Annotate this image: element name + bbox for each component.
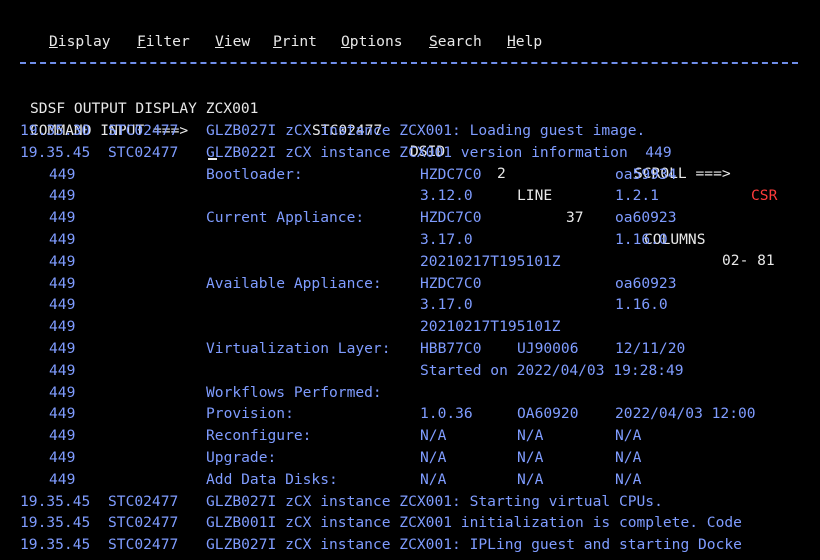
- menu-filter[interactable]: Filter: [137, 33, 190, 50]
- log-line: 19.35.45 STC02477 GLZB022I zCX instance ZC…: [0, 142, 820, 164]
- detail-value-1: HZDC7C0: [420, 274, 482, 292]
- log-detail-row: 449 Virtualization Layer: HBB77C0 UJ90006 12…: [0, 338, 820, 360]
- detail-value-2: OA60920: [517, 405, 579, 423]
- detail-value-3: 1.16.0: [615, 296, 668, 314]
- detail-value-1: N/A: [420, 427, 447, 445]
- log-line: 19.35.45 STC02477 GLZB027I zCX instance ZC…: [0, 491, 820, 513]
- detail-value-1: N/A: [420, 470, 447, 488]
- log-job: STC02477: [108, 514, 179, 532]
- message-number: 449: [49, 231, 76, 248]
- log-detail-row: 449 Provision: 1.0.36 OA60920 2022/04/03 12:…: [0, 403, 820, 425]
- log-detail-row: 449 20210217T195101Z: [0, 251, 820, 273]
- message-number: 449: [49, 209, 76, 227]
- detail-value-2: N/A: [517, 449, 544, 466]
- detail-value-2: N/A: [517, 470, 544, 488]
- detail-value-1: Started on 2022/04/03 19:28:49: [420, 361, 684, 379]
- log-detail-row: 449 Bootloader: HZDC7C0 oa59934: [0, 164, 820, 186]
- detail-label: Reconfigure:: [206, 427, 312, 445]
- detail-value-3: 12/11/20: [615, 340, 686, 357]
- menu-options[interactable]: Options: [341, 33, 403, 50]
- detail-label: Bootloader:: [206, 165, 303, 183]
- detail-value-1: 1.0.36: [420, 405, 473, 423]
- log-detail-row: 449 3.12.0 1.2.1: [0, 185, 820, 207]
- menu-search[interactable]: Search: [429, 33, 482, 50]
- message-number: 449: [49, 470, 76, 488]
- log-message: GLZB001I zCX instance ZCX001 initializat…: [206, 514, 742, 532]
- detail-value-1: HZDC7C0: [420, 165, 482, 183]
- detail-label: Available Appliance:: [206, 274, 382, 292]
- message-number: 449: [49, 252, 76, 270]
- detail-label: Add Data Disks:: [206, 470, 338, 488]
- log-line: 19.35.45 STC02477 GLZB027I zCX instance ZC…: [0, 534, 820, 556]
- log-detail-row: 449 Current Appliance: HZDC7C0 oa60923: [0, 207, 820, 229]
- message-number: 449: [49, 361, 76, 379]
- detail-value-3: oa60923: [615, 274, 677, 292]
- log-line: 19.35.30 STC02477 GLZB027I zCX instance ZC…: [0, 120, 820, 142]
- menu-view[interactable]: View: [215, 33, 250, 50]
- log-detail-row: 449 Add Data Disks: N/A N/A N/A: [0, 469, 820, 491]
- menu-display[interactable]: Display: [49, 33, 111, 50]
- log-detail-row: 449 Started on 2022/04/03 19:28:49: [0, 360, 820, 382]
- message-number: 449: [49, 449, 76, 466]
- detail-value-1: HBB77C0: [420, 340, 482, 357]
- log-time: 19.35.30: [20, 122, 91, 139]
- detail-value-2: N/A: [517, 427, 544, 445]
- log-detail-row: 449 Reconfigure: N/A N/A N/A: [0, 425, 820, 447]
- detail-label: Current Appliance:: [206, 209, 365, 227]
- detail-value-1: 20210217T195101Z: [420, 318, 561, 336]
- detail-value-3: oa60923: [615, 209, 677, 227]
- menu-separator: [20, 62, 798, 64]
- log-message: GLZB027I zCX instance ZCX001: IPLing gue…: [206, 536, 742, 554]
- detail-value-2: UJ90006: [517, 340, 579, 357]
- message-number: 449: [49, 427, 76, 445]
- message-number: 449: [49, 318, 76, 336]
- detail-value-3: 2022/04/03 12:00: [615, 405, 756, 423]
- message-number: 449: [49, 340, 76, 357]
- detail-value-3: 1.16.0: [615, 231, 668, 248]
- header-line: SDSF OUTPUT DISPLAY ZCX001 STC02477 DSID…: [0, 76, 820, 270]
- log-time: 19.35.45: [20, 536, 91, 554]
- detail-value-1: 20210217T195101Z: [420, 252, 561, 270]
- log-time: 19.35.45: [20, 492, 91, 510]
- detail-label: Virtualization Layer:: [206, 340, 391, 357]
- log-detail-row: 449 3.17.0 1.16.0: [0, 294, 820, 316]
- detail-value-1: HZDC7C0: [420, 209, 482, 227]
- detail-value-3: N/A: [615, 449, 642, 466]
- log-message: GLZB022I zCX instance ZCX001 version inf…: [206, 143, 672, 161]
- detail-label: Workflows Performed:: [206, 383, 382, 401]
- log-message: GLZB027I zCX instance ZCX001: Starting v…: [206, 492, 663, 510]
- log-detail-row: 449 Workflows Performed:: [0, 382, 820, 404]
- log-message: GLZB027I zCX instance ZCX001: Loading gu…: [206, 122, 646, 139]
- log-line: 19.35.45 STC02477 GLZB001I zCX instance ZC…: [0, 512, 820, 534]
- detail-value-1: 3.17.0: [420, 296, 473, 314]
- log-job: STC02477: [108, 536, 179, 554]
- message-number: 449: [49, 187, 76, 205]
- detail-value-1: 3.12.0: [420, 187, 473, 205]
- log-time: 19.35.45: [20, 143, 91, 161]
- command-line: COMMAND INPUT ===> SCROLL ===> CSR: [0, 98, 820, 204]
- detail-label: Upgrade:: [206, 449, 277, 466]
- log-job: STC02477: [108, 122, 179, 139]
- log-job: STC02477: [108, 492, 179, 510]
- detail-label: Provision:: [206, 405, 294, 423]
- log-detail-row: 449 3.17.0 1.16.0: [0, 229, 820, 251]
- message-number: 449: [49, 383, 76, 401]
- log-time: 19.35.45: [20, 514, 91, 532]
- detail-value-3: N/A: [615, 427, 642, 445]
- menu-help[interactable]: Help: [507, 33, 542, 50]
- detail-value-3: oa59934: [615, 165, 677, 183]
- detail-value-1: 3.17.0: [420, 231, 473, 248]
- log-detail-row: 449 20210217T195101Z: [0, 316, 820, 338]
- log-detail-row: 449 Upgrade: N/A N/A N/A: [0, 447, 820, 469]
- log-detail-row: 449 Available Appliance: HZDC7C0 oa60923: [0, 273, 820, 295]
- detail-value-1: N/A: [420, 449, 447, 466]
- detail-value-3: 1.2.1: [615, 187, 659, 205]
- message-number: 449: [49, 165, 76, 183]
- log-job: STC02477: [108, 143, 179, 161]
- message-number: 449: [49, 274, 76, 292]
- message-number: 449: [49, 405, 76, 423]
- message-number: 449: [49, 296, 76, 314]
- detail-value-3: N/A: [615, 470, 642, 488]
- menu-print[interactable]: Print: [273, 33, 317, 50]
